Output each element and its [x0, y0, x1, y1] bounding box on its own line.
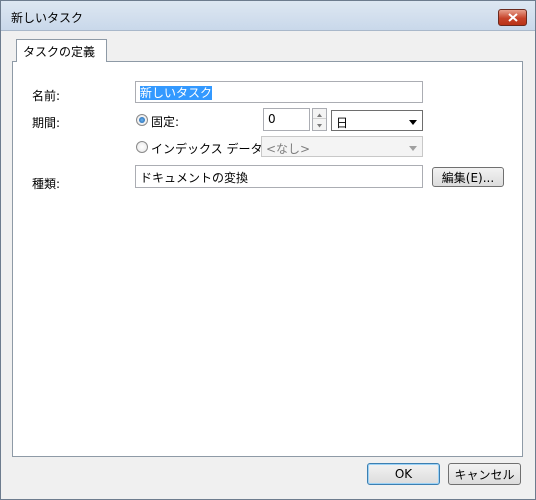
title-bar[interactable]: 新しいタスク [1, 1, 535, 31]
index-data-label: インデックス データ: [151, 142, 267, 156]
window-title: 新しいタスク [11, 11, 84, 25]
edit-button[interactable]: 編集(E)... [432, 167, 504, 187]
tab-task-definition[interactable]: タスクの定義 [16, 39, 107, 62]
name-input-value: 新しいタスク [140, 86, 213, 100]
index-data-value: <なし> [266, 142, 311, 156]
chevron-down-icon [409, 146, 417, 151]
spin-down-button[interactable] [313, 120, 326, 130]
ok-button[interactable]: OK [367, 463, 440, 485]
arrow-up-icon [317, 113, 322, 117]
period-unit-select[interactable]: 日 [331, 110, 423, 131]
name-label: 名前: [32, 89, 61, 103]
arrow-down-icon [317, 124, 322, 128]
spin-up-button[interactable] [313, 109, 326, 119]
close-icon [508, 13, 518, 22]
fixed-radio[interactable] [136, 114, 148, 126]
type-input[interactable]: ドキュメントの変換 [135, 165, 423, 188]
close-button[interactable] [498, 9, 527, 26]
name-input[interactable]: 新しいタスク [135, 81, 423, 103]
cancel-button[interactable]: キャンセル [448, 463, 521, 485]
type-label: 種類: [32, 177, 61, 191]
period-unit-value: 日 [336, 116, 349, 130]
chevron-down-icon [409, 120, 417, 125]
index-data-radio[interactable] [136, 141, 148, 153]
fixed-label: 固定: [151, 115, 180, 129]
index-data-select[interactable]: <なし> [261, 136, 423, 157]
period-label: 期間: [32, 116, 61, 130]
fixed-value-spinner[interactable] [312, 108, 327, 131]
fixed-value-input[interactable]: 0 [263, 108, 310, 131]
dialog-window: 新しいタスク タスクの定義 名前: 新しいタスク 期間: 固定: 0 日 インデ… [0, 0, 536, 500]
